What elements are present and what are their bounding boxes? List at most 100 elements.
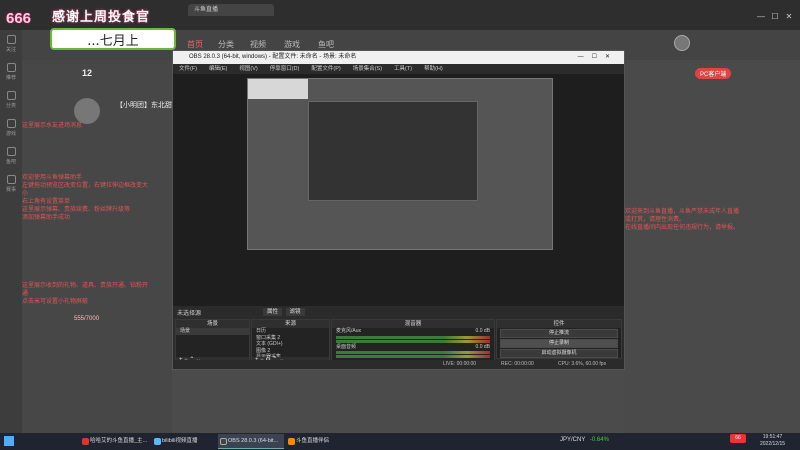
nav-category[interactable]: 分类 bbox=[218, 39, 234, 50]
obs-window: OBS 28.0.3 (64-bit, windows) - 配置文件: 未命名… bbox=[172, 50, 625, 370]
streamer-name[interactable]: 【小明团】东北甜 bbox=[116, 100, 172, 110]
app-icon bbox=[82, 438, 89, 445]
tab-label: 斗鱼直播 bbox=[194, 7, 219, 13]
task-item[interactable]: 斗鱼直播伴侣 bbox=[286, 434, 350, 449]
volume-meter bbox=[336, 339, 490, 343]
maximize-icon[interactable]: ☐ bbox=[768, 12, 782, 21]
mixer-track: 麦克风/Aux 0.0 dB bbox=[332, 328, 494, 335]
nested-preview bbox=[308, 101, 478, 201]
mixer-track: 桌面音频 0.0 dB bbox=[332, 344, 494, 351]
menu-tools[interactable]: 工具(T) bbox=[394, 66, 412, 72]
scenes-dock: 场景 场景 + − ⌃ ⌄ bbox=[175, 319, 250, 365]
rail-item-event[interactable]: 赛事 bbox=[0, 170, 22, 198]
follower-count: 12 bbox=[82, 68, 93, 78]
stop-recording-button[interactable]: 停止录制 bbox=[500, 339, 618, 348]
browser-tab[interactable]: 斗鱼直播 bbox=[188, 4, 274, 16]
chat-icon bbox=[6, 147, 16, 156]
rail-item-category[interactable]: 分类 bbox=[0, 86, 22, 114]
rail-item-game[interactable]: 游戏 bbox=[0, 114, 22, 142]
obs-menubar: 文件(F) 编辑(E) 视图(V) 停靠窗口(D) 配置文件(P) 场景集合(S) 工具(T… bbox=[173, 64, 624, 74]
menu-edit[interactable]: 编辑(E) bbox=[209, 66, 227, 72]
app-icon bbox=[154, 438, 161, 445]
track-name: 麦克风/Aux bbox=[336, 328, 362, 334]
chat-notice: 欢迎来到斗鱼直播，斗鱼严禁未成年人直播或打赏，请理性消费。 在线直播间内出现任何… bbox=[625, 209, 740, 231]
gamepad-icon bbox=[6, 119, 16, 128]
ticker-pair: JPY/CNY bbox=[560, 437, 586, 443]
preview-capture bbox=[247, 78, 553, 250]
controls-dock: 控件 停止推流 停止录制 启动虚拟摄像机 bbox=[496, 319, 622, 359]
pc-client-button[interactable]: PC客户端 bbox=[695, 68, 732, 79]
sources-title: 来源 bbox=[252, 320, 329, 328]
trophy-icon bbox=[6, 175, 16, 184]
nav-fishbar[interactable]: 鱼吧 bbox=[318, 39, 334, 50]
filters-button[interactable]: 滤镜 bbox=[285, 308, 305, 316]
track-name: 桌面音频 bbox=[336, 343, 357, 350]
menu-profile[interactable]: 配置文件(P) bbox=[311, 66, 340, 72]
clock-date: 2022/12/15 bbox=[760, 441, 786, 447]
track-db: 0.0 dB bbox=[475, 328, 490, 334]
chat-panel: PC客户端 欢迎来到斗鱼直播，斗鱼严禁未成年人直播或打赏，请理性消费。 在线直播… bbox=[625, 60, 800, 433]
nav-game[interactable]: 游戏 bbox=[284, 39, 300, 50]
minimize-icon[interactable]: — bbox=[754, 12, 768, 21]
virtual-camera-button[interactable]: 启动虚拟摄像机 bbox=[500, 349, 618, 358]
sources-dock: 来源 日历 窗口采集 2 文本 (GDI+) 图像 2 显示器采集 + − ⚙ … bbox=[251, 319, 330, 365]
rec-status: REC: 00:00:00 bbox=[501, 361, 534, 367]
nav-video[interactable]: 视频 bbox=[250, 39, 266, 50]
taskbar: 哈哈艾的斗鱼直播_主... bilibili视频直播 OBS 28.0.3 (6… bbox=[0, 433, 800, 450]
obs-icon bbox=[220, 438, 227, 445]
obs-preview[interactable] bbox=[173, 74, 624, 306]
app-icon bbox=[288, 438, 295, 445]
nav-home[interactable]: 首页 bbox=[187, 39, 203, 50]
user-avatar[interactable] bbox=[674, 35, 690, 51]
volume-meter bbox=[336, 355, 490, 358]
tray-badge[interactable]: 66 bbox=[730, 434, 746, 443]
menu-docks[interactable]: 停靠窗口(D) bbox=[270, 66, 300, 72]
mixer-title: 混音器 bbox=[332, 320, 494, 328]
windows-start-icon[interactable] bbox=[4, 436, 14, 446]
obs-window-controls[interactable]: —☐✕ bbox=[578, 51, 618, 64]
properties-button[interactable]: 属性 bbox=[263, 308, 283, 316]
overlay-name: ...七月上 bbox=[50, 28, 176, 50]
note-gifts: 这里展示收到的礼物、道具、贵族开通、钻粉开通 点击米可设置小礼物屏蔽 bbox=[22, 283, 149, 305]
rail-item-fishbar[interactable]: 鱼吧 bbox=[0, 142, 22, 170]
left-panel: 12 【小明团】东北甜 这里展示水友进场消息 欢迎使用斗鱼弹幕助手 左键拖动预览… bbox=[22, 60, 172, 433]
browser-window-controls: — ☐ ✕ bbox=[754, 12, 796, 21]
clock[interactable]: 19:51:47 2022/12/15 bbox=[760, 434, 785, 448]
menu-scene-collection[interactable]: 场景集合(S) bbox=[353, 66, 382, 72]
obs-titlebar: OBS 28.0.3 (64-bit, windows) - 配置文件: 未命名… bbox=[173, 51, 624, 64]
cpu-status: CPU: 3.6%, 60.00 fps bbox=[558, 361, 607, 367]
task-item[interactable]: OBS 28.0.3 (64-bit... bbox=[218, 434, 284, 449]
preview-banner bbox=[248, 79, 308, 99]
left-rail: 关注 推荐 分类 游戏 鱼吧 赛事 更多 bbox=[0, 30, 22, 450]
no-source-selected: 未选择源 bbox=[177, 311, 202, 317]
task-item[interactable]: bilibili视频直播 bbox=[152, 434, 216, 449]
overlay-title: 感谢上周投食官 bbox=[52, 9, 151, 24]
mixer-dock: 混音器 麦克风/Aux 0.0 dB 桌面音频 0.0 dB bbox=[331, 319, 495, 365]
volume-meter bbox=[336, 335, 490, 339]
close-icon[interactable]: ✕ bbox=[782, 12, 796, 21]
scenes-title: 场景 bbox=[176, 320, 249, 328]
volume-meter bbox=[336, 351, 490, 354]
menu-file[interactable]: 文件(F) bbox=[179, 66, 197, 72]
menu-view[interactable]: 视图(V) bbox=[239, 66, 257, 72]
task-item[interactable]: 哈哈艾的斗鱼直播_主... bbox=[80, 434, 150, 449]
overlay-banner: 666 感谢上周投食官 ...七月上 bbox=[0, 0, 180, 58]
preview-toolbar: 属性 滤镜 bbox=[263, 307, 305, 316]
track-db: 0.0 dB bbox=[475, 343, 490, 350]
star-icon bbox=[6, 63, 16, 72]
live-status: LIVE: 00:00:00 bbox=[443, 361, 477, 367]
ticker: JPY/CNY -0.64% bbox=[560, 437, 609, 443]
gift-count: 555/7000 bbox=[74, 316, 100, 322]
grid-icon bbox=[6, 91, 16, 100]
note-welcome: 欢迎使用斗鱼弹幕助手 左键拖动预览区改变位置，右键拉伸边框改变大小 右上角有设置… bbox=[22, 175, 149, 221]
menu-help[interactable]: 帮助(H) bbox=[424, 66, 443, 72]
note-entry: 这里展示水友进场消息 bbox=[22, 123, 83, 129]
ticker-change: -0.64% bbox=[589, 437, 609, 443]
clock-time: 19:51:47 bbox=[762, 434, 783, 440]
stop-stream-button[interactable]: 停止推流 bbox=[500, 329, 618, 338]
controls-title: 控件 bbox=[497, 320, 621, 328]
obs-title: OBS 28.0.3 (64-bit, windows) - 配置文件: 未命名… bbox=[189, 54, 357, 60]
scene-item[interactable]: 场景 bbox=[176, 328, 249, 335]
rail-item-recommend[interactable]: 推荐 bbox=[0, 58, 22, 86]
overlay-badge: 666 bbox=[6, 10, 32, 27]
